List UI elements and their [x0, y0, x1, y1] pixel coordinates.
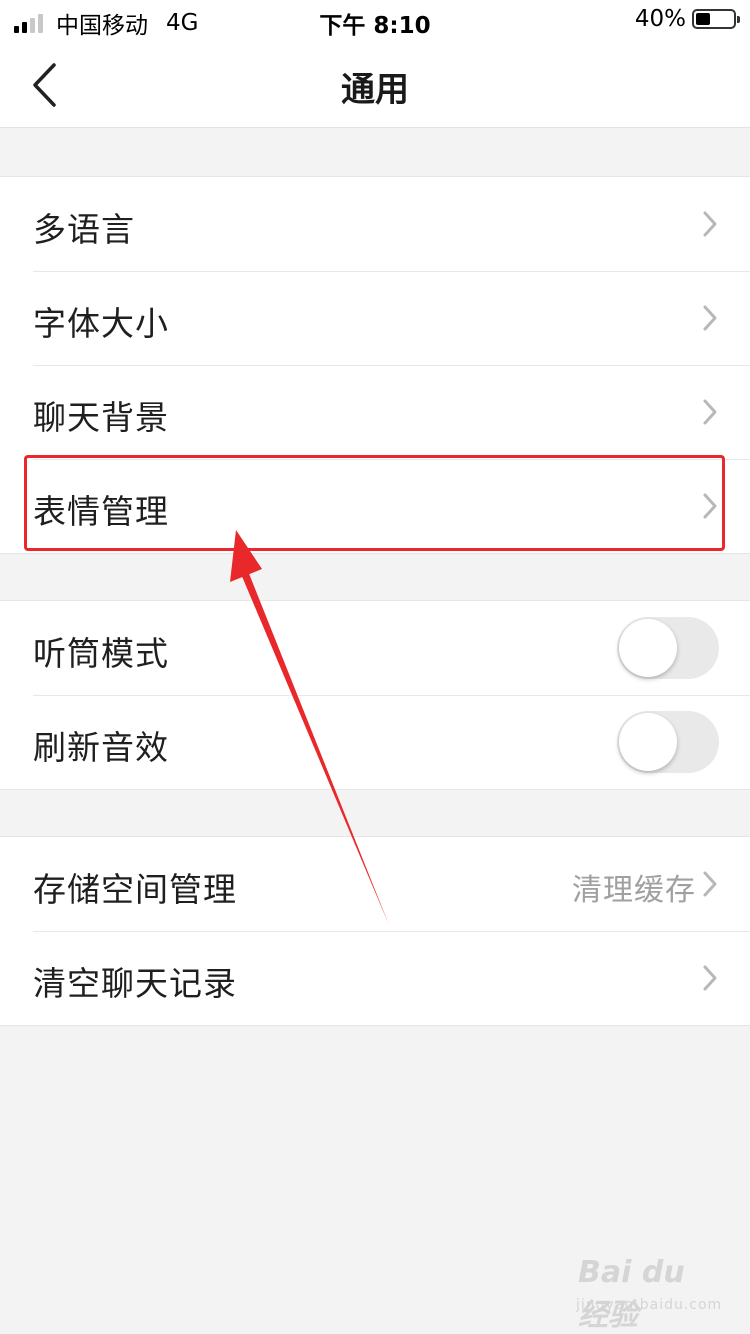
- watermark-url: jingyan.baidu.com: [576, 1297, 723, 1313]
- settings-row-font-size[interactable]: 字体大小: [0, 271, 750, 365]
- row-label: 字体大小: [33, 304, 169, 343]
- chevron-right-icon: [703, 871, 717, 897]
- chevron-right-icon: [703, 211, 717, 237]
- baidu-jingyan-watermark: Bai du 经验 jingyan.baidu.com: [570, 1255, 723, 1333]
- page-title: 通用: [341, 70, 409, 110]
- status-right: 40%: [634, 6, 740, 32]
- settings-row-storage-management[interactable]: 存储空间管理 清理缓存: [0, 837, 750, 931]
- settings-row-chat-background[interactable]: 聊天背景: [0, 365, 750, 459]
- settings-group-storage: 存储空间管理 清理缓存 清空聊天记录: [0, 836, 750, 1026]
- row-label: 存储空间管理: [33, 870, 237, 909]
- row-label: 刷新音效: [33, 728, 169, 767]
- settings-row-clear-chat-history[interactable]: 清空聊天记录: [0, 931, 750, 1025]
- nav-bar: 通用: [0, 40, 750, 128]
- row-label: 聊天背景: [33, 398, 169, 437]
- annotation-highlight-box: [24, 455, 725, 551]
- settings-row-refresh-sound: 刷新音效: [0, 695, 750, 789]
- toggle-knob: [619, 713, 677, 771]
- row-label: 多语言: [33, 210, 135, 249]
- chevron-right-icon: [703, 399, 717, 425]
- battery-icon: [692, 9, 740, 29]
- row-label: 清空聊天记录: [33, 964, 237, 1003]
- toggle-knob: [619, 619, 677, 677]
- settings-row-language[interactable]: 多语言: [0, 177, 750, 271]
- battery-fill: [696, 13, 711, 25]
- clear-cache-value: 清理缓存: [572, 873, 696, 908]
- refresh-sound-toggle[interactable]: [617, 711, 719, 773]
- settings-row-earpiece-mode: 听筒模式: [0, 601, 750, 695]
- chevron-right-icon: [703, 305, 717, 331]
- watermark-logo-text: Bai du 经验: [578, 1255, 685, 1333]
- status-bar: 中国移动 4G 下午 8:10 40%: [0, 0, 750, 40]
- row-label: 听筒模式: [33, 634, 169, 673]
- earpiece-mode-toggle[interactable]: [617, 617, 719, 679]
- settings-group-sound: 听筒模式 刷新音效: [0, 600, 750, 790]
- chevron-right-icon: [703, 965, 717, 991]
- battery-percent: 40%: [634, 6, 686, 32]
